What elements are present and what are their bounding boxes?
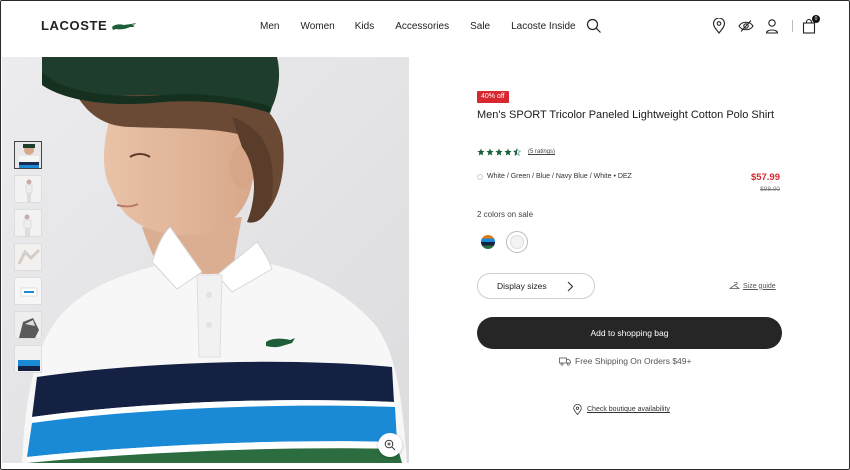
bag-count-badge: 0 xyxy=(812,15,820,23)
nav-accessories[interactable]: Accessories xyxy=(395,21,449,32)
color-name: White / Green / Blue / Navy Blue / White… xyxy=(487,173,632,180)
nav-women[interactable]: Women xyxy=(300,21,334,32)
discount-badge: 40% off xyxy=(477,91,509,103)
location-pin-icon xyxy=(573,404,582,415)
account-icon[interactable] xyxy=(765,18,779,34)
original-price: $98.00 xyxy=(760,186,780,193)
star-icon xyxy=(504,148,512,156)
zoom-in-icon xyxy=(384,439,396,451)
display-sizes-label: Display sizes xyxy=(497,281,547,291)
product-page: LACOSTE Men Women Kids Accessories Sale … xyxy=(0,0,850,470)
thumbnail-1[interactable] xyxy=(14,141,42,169)
crocodile-icon xyxy=(112,22,137,30)
color-dot-icon xyxy=(477,173,483,180)
thumbnail-list xyxy=(14,141,44,379)
shopping-bag-icon[interactable]: 0 xyxy=(801,15,820,34)
sale-colors-label: 2 colors on sale xyxy=(477,210,534,219)
hanger-icon xyxy=(729,282,740,289)
eye-icon[interactable] xyxy=(738,19,754,33)
color-swatch-tricolor[interactable] xyxy=(481,235,495,249)
lacoste-logo[interactable]: LACOSTE xyxy=(41,18,137,33)
model-photo xyxy=(2,57,409,463)
main-nav: Men Women Kids Accessories Sale Lacoste … xyxy=(260,21,576,32)
boutique-availability-label: Check boutique availability xyxy=(587,406,670,413)
thumbnail-6[interactable] xyxy=(14,311,42,339)
free-shipping-text: Free Shipping On Orders $49+ xyxy=(575,356,692,366)
product-title: Men's SPORT Tricolor Paneled Lightweight… xyxy=(477,109,775,121)
thumbnail-5[interactable] xyxy=(14,277,42,305)
zoom-button[interactable] xyxy=(378,433,402,457)
thumbnail-4[interactable] xyxy=(14,243,42,271)
boutique-availability-link[interactable]: Check boutique availability xyxy=(573,404,670,415)
store-locator-icon[interactable] xyxy=(712,18,726,34)
logo-text: LACOSTE xyxy=(41,18,108,33)
rating-row: (5 ratings) xyxy=(477,148,555,156)
product-image[interactable] xyxy=(2,57,409,463)
ratings-link[interactable]: (5 ratings) xyxy=(528,149,555,155)
star-icon xyxy=(495,148,503,156)
free-shipping-note: Free Shipping On Orders $49+ xyxy=(559,356,691,366)
sale-price: $57.99 xyxy=(750,172,780,183)
star-icon xyxy=(486,148,494,156)
nav-men[interactable]: Men xyxy=(260,21,279,32)
add-to-bag-button[interactable]: Add to shopping bag xyxy=(477,317,782,349)
nav-kids[interactable]: Kids xyxy=(355,21,374,32)
color-swatch-white[interactable] xyxy=(506,231,528,253)
thumbnail-2[interactable] xyxy=(14,175,42,203)
half-star-icon xyxy=(513,148,521,156)
star-icon xyxy=(477,148,485,156)
search-icon[interactable] xyxy=(586,18,602,34)
thumbnail-7[interactable] xyxy=(14,345,42,373)
nav-lacoste-inside[interactable]: Lacoste Inside xyxy=(511,21,576,32)
site-header: LACOSTE Men Women Kids Accessories Sale … xyxy=(1,1,849,57)
size-guide-link[interactable]: Size guide xyxy=(729,282,776,290)
thumbnail-3[interactable] xyxy=(14,209,42,237)
chevron-right-icon xyxy=(567,281,574,292)
size-guide-label: Size guide xyxy=(743,282,776,290)
add-to-bag-label: Add to shopping bag xyxy=(590,328,669,338)
rating-stars xyxy=(477,148,521,156)
white-swatch-fill xyxy=(510,235,524,249)
truck-icon xyxy=(559,357,571,366)
nav-sale[interactable]: Sale xyxy=(470,21,490,32)
selected-color: White / Green / Blue / Navy Blue / White… xyxy=(477,173,632,180)
header-divider xyxy=(792,20,793,32)
display-sizes-button[interactable]: Display sizes xyxy=(477,273,595,299)
